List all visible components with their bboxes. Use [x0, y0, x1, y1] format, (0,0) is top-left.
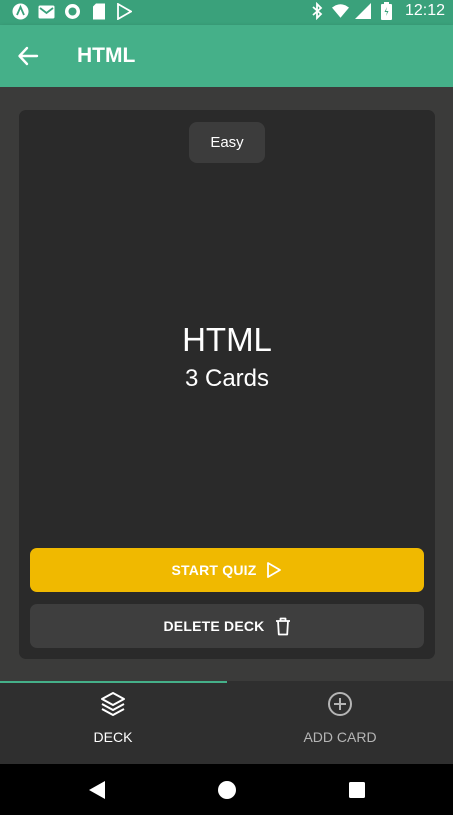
play-icon [267, 562, 282, 578]
status-time: 12:12 [404, 2, 445, 19]
tab-deck-label: DECK [93, 729, 133, 745]
arrow-back-icon [18, 46, 39, 66]
signal-icon [355, 3, 372, 20]
start-quiz-label: START QUIZ [171, 562, 257, 578]
main-content: Easy HTML 3 Cards START QUIZ DELETE DECK [0, 87, 453, 681]
status-bar: 12:12 [0, 0, 453, 25]
page-title: HTML [77, 44, 136, 67]
layers-icon [101, 692, 125, 716]
square-recents-icon [349, 782, 365, 798]
wifi-icon [331, 3, 349, 20]
app-a-icon [12, 3, 29, 20]
add-circle-icon [328, 692, 352, 716]
tab-add-card-label: ADD CARD [303, 729, 377, 745]
difficulty-badge: Easy [189, 122, 265, 163]
system-home-button[interactable] [216, 779, 238, 801]
system-status-icons: 12:12 [309, 2, 445, 20]
notification-icons [12, 3, 133, 20]
tab-deck[interactable]: DECK [0, 681, 226, 764]
circle-home-icon [218, 781, 236, 799]
play-store-icon [116, 3, 133, 20]
system-recents-button[interactable] [346, 779, 368, 801]
battery-icon [378, 2, 395, 20]
app-bar: HTML [0, 25, 453, 87]
system-back-button[interactable] [86, 779, 108, 801]
trash-icon [275, 617, 290, 635]
record-icon [64, 3, 81, 20]
sd-card-icon [90, 3, 107, 20]
deck-card: Easy HTML 3 Cards START QUIZ DELETE DECK [19, 110, 435, 659]
back-button[interactable] [14, 42, 42, 70]
bluetooth-icon [309, 2, 326, 20]
tab-add-card[interactable]: ADD CARD [227, 681, 453, 764]
triangle-back-icon [89, 781, 105, 799]
delete-deck-button[interactable]: DELETE DECK [30, 604, 424, 648]
start-quiz-button[interactable]: START QUIZ [30, 548, 424, 592]
bottom-navigation: DECK ADD CARD [0, 681, 453, 764]
deck-card-count: 3 Cards [184, 365, 270, 392]
system-navigation-bar [0, 764, 453, 815]
gmail-icon [38, 3, 55, 20]
deck-title: HTML [182, 321, 272, 358]
delete-deck-label: DELETE DECK [163, 618, 265, 634]
